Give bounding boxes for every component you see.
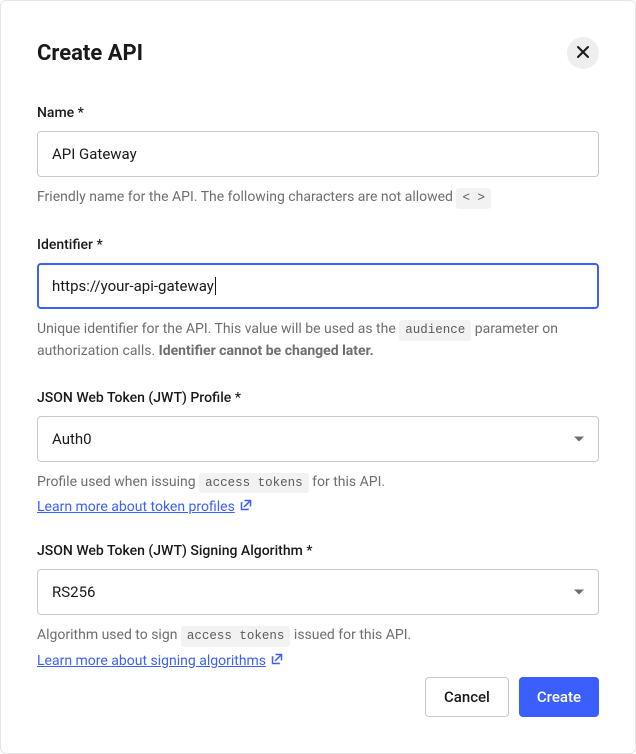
close-icon (576, 45, 590, 62)
cancel-button[interactable]: Cancel (425, 677, 509, 717)
identifier-help-text: Unique identifier for the API. This valu… (37, 319, 599, 362)
jwt-profile-field-group: JSON Web Token (JWT) Profile * Auth0 Pro… (37, 390, 599, 516)
jwt-profile-label: JSON Web Token (JWT) Profile * (37, 390, 599, 406)
close-button[interactable] (567, 37, 599, 69)
code-chip: access tokens (199, 473, 309, 494)
modal-header: Create API (37, 37, 599, 69)
external-link-icon (240, 499, 252, 515)
code-chip: audience (399, 320, 471, 341)
identifier-label: Identifier * (37, 237, 599, 253)
token-profiles-link[interactable]: Learn more about token profiles (37, 499, 252, 515)
name-help-text: Friendly name for the API. The following… (37, 187, 599, 209)
name-label: Name * (37, 105, 599, 121)
jwt-algorithm-label: JSON Web Token (JWT) Signing Algorithm * (37, 543, 599, 559)
jwt-algorithm-select[interactable]: RS256 (37, 569, 599, 615)
code-chip: < > (456, 188, 491, 209)
create-api-modal: Create API Name * Friendly name for the … (0, 0, 636, 754)
jwt-algorithm-select-wrapper: RS256 (37, 569, 599, 615)
jwt-algorithm-field-group: JSON Web Token (JWT) Signing Algorithm *… (37, 543, 599, 669)
jwt-algorithm-help-text: Algorithm used to sign access tokens iss… (37, 625, 599, 647)
modal-footer: Cancel Create (425, 677, 599, 717)
external-link-icon (271, 653, 283, 669)
text-caret (215, 277, 216, 295)
name-field-group: Name * Friendly name for the API. The fo… (37, 105, 599, 209)
signing-algorithms-link[interactable]: Learn more about signing algorithms (37, 653, 283, 669)
modal-title: Create API (37, 41, 143, 66)
jwt-profile-select-wrapper: Auth0 (37, 416, 599, 462)
jwt-profile-help-text: Profile used when issuing access tokens … (37, 472, 599, 494)
create-button[interactable]: Create (519, 677, 599, 717)
code-chip: access tokens (181, 626, 291, 647)
identifier-field-group: Identifier * https://your-api-gateway Un… (37, 237, 599, 362)
jwt-profile-select[interactable]: Auth0 (37, 416, 599, 462)
name-input[interactable] (37, 131, 599, 177)
identifier-input[interactable]: https://your-api-gateway (37, 263, 599, 309)
